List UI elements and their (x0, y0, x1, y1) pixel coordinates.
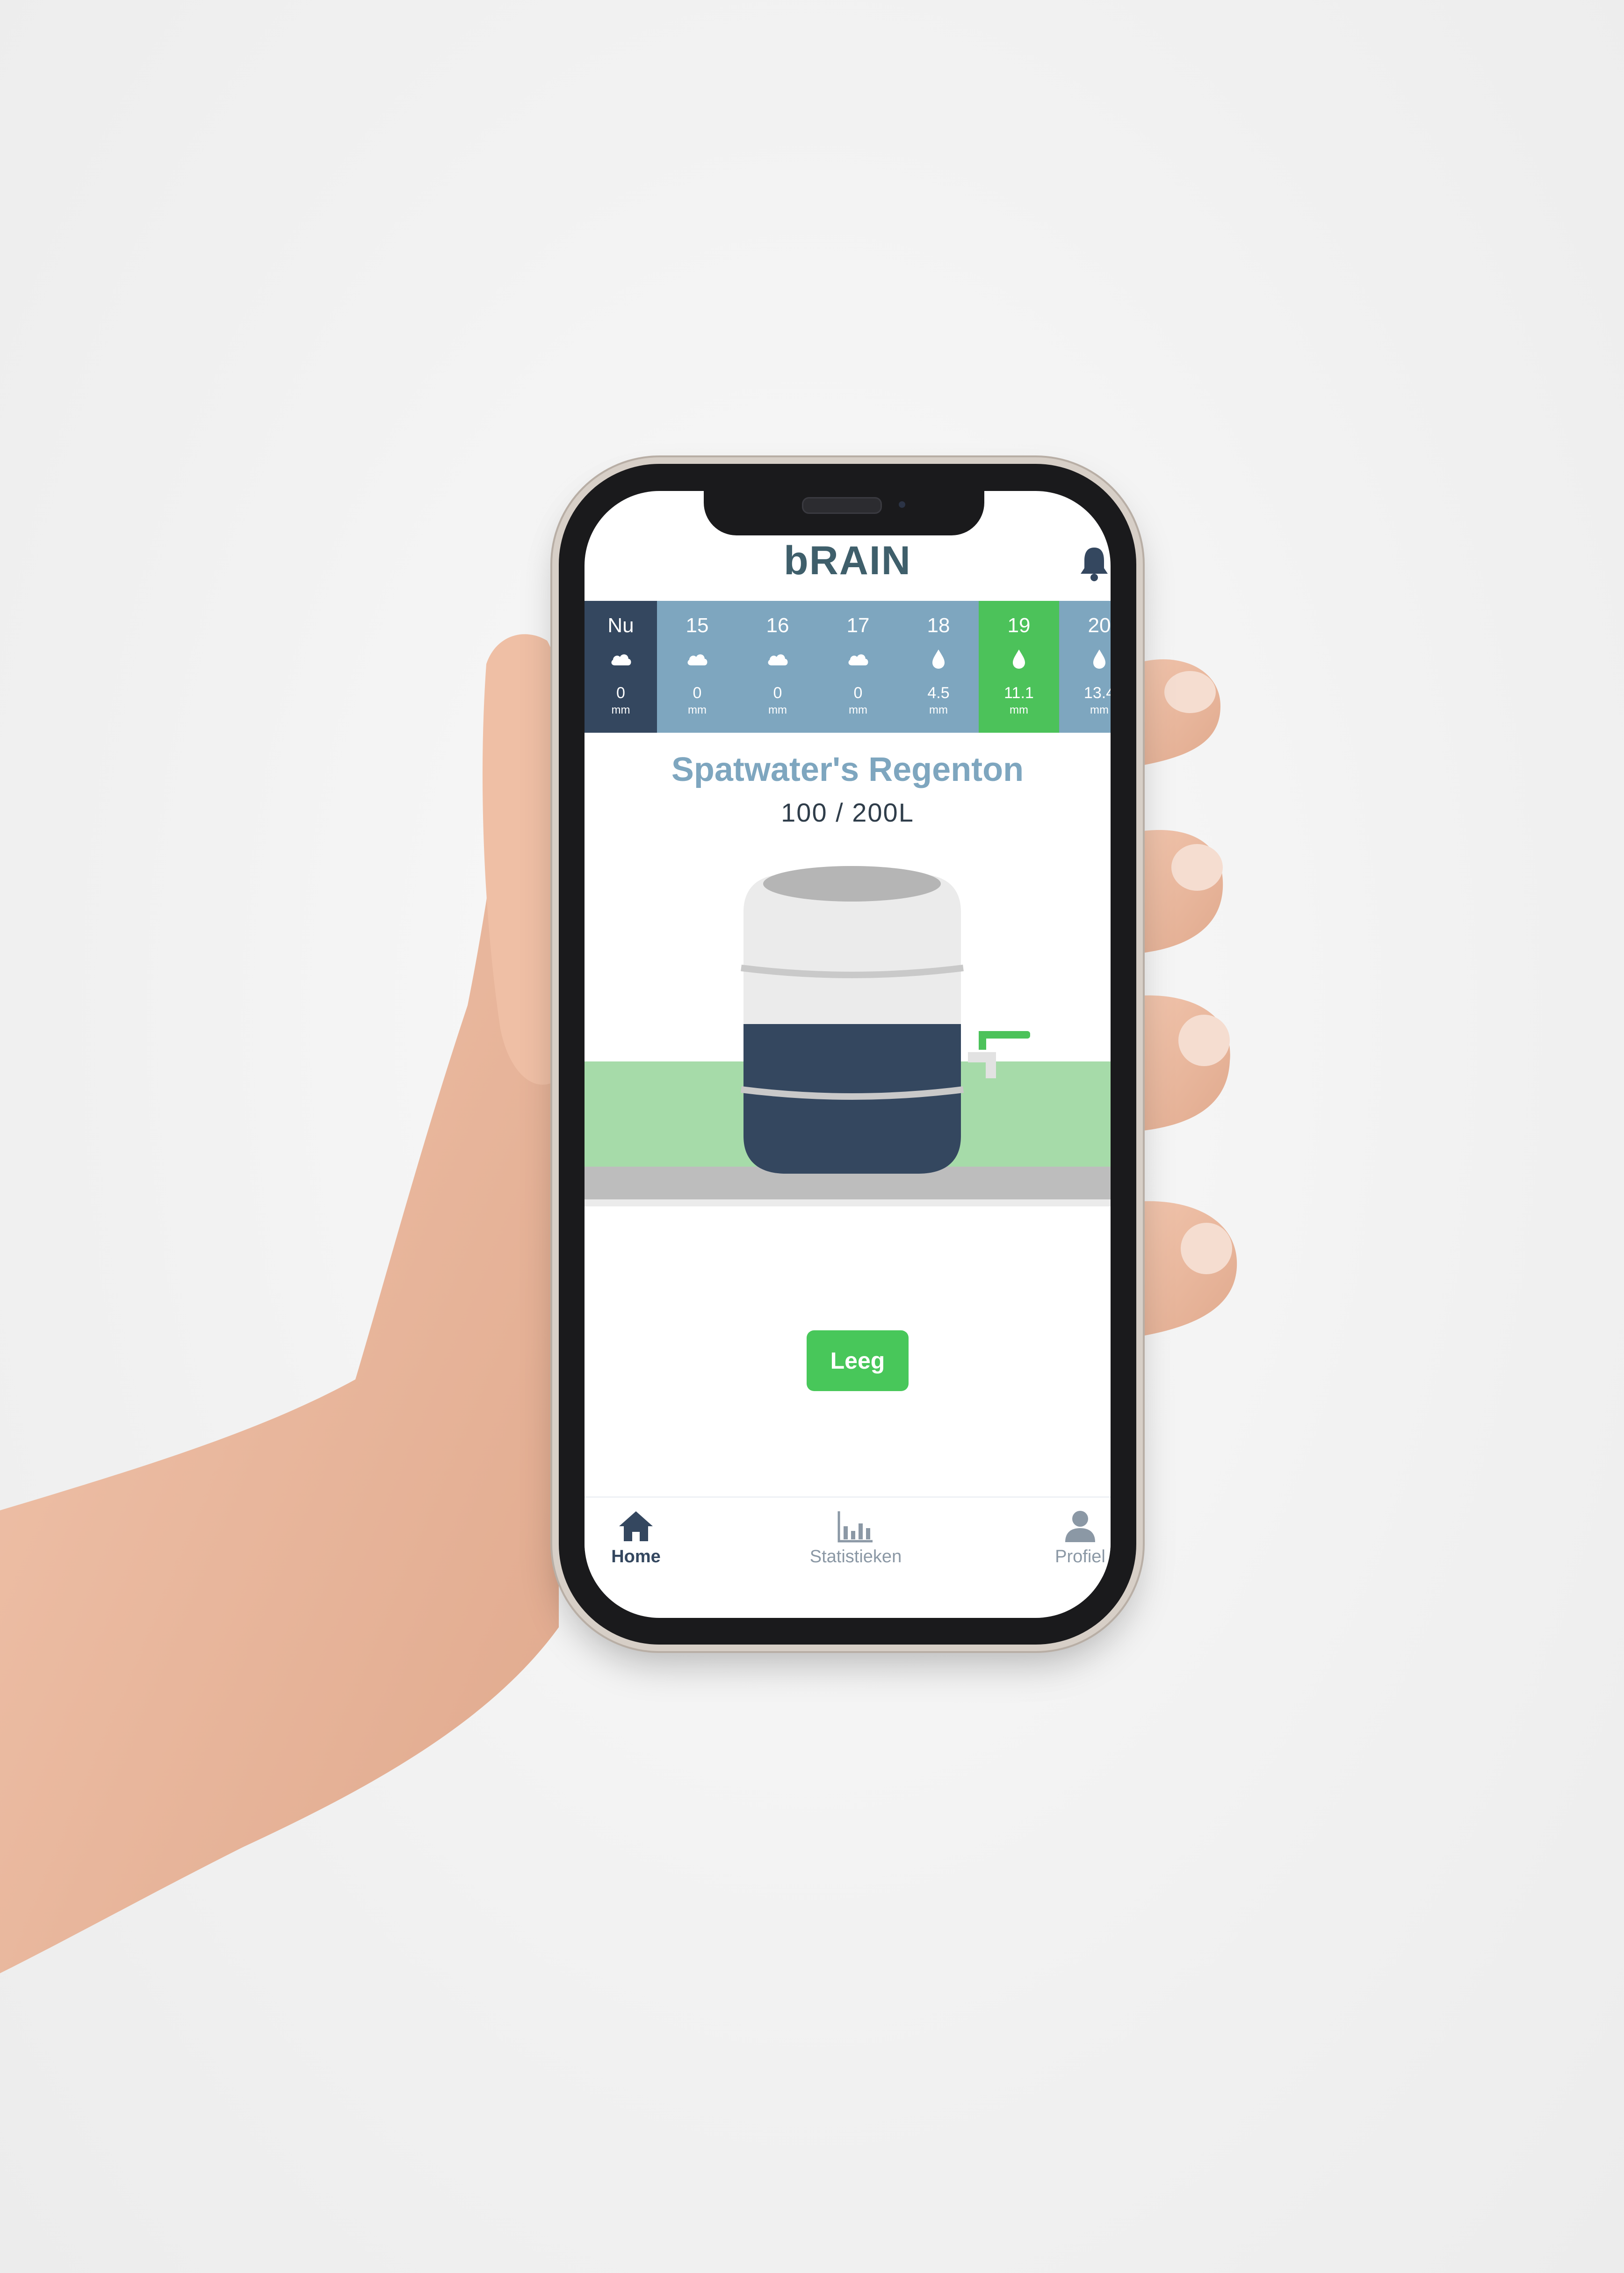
forecast-day-label: 19 (1007, 614, 1031, 637)
barrel-level-text: 100 / 200L (781, 798, 914, 827)
user-icon (1065, 1511, 1095, 1542)
forecast-unit: mm (611, 704, 630, 716)
forecast-unit: mm (688, 704, 707, 716)
app-title: bRAIN (784, 538, 911, 583)
rain-forecast-strip[interactable]: Nu 0 mm 15 0 mm 16 0 mm 17 0 mm 18 4.5 mm 19 11.1 mm 20 13.… (585, 601, 1111, 733)
cloud-icon (611, 654, 631, 665)
forecast-day-15[interactable]: 15 0 mm (657, 601, 737, 733)
forecast-day-19[interactable]: 19 11.1 mm (979, 601, 1059, 733)
empty-barrel-button[interactable]: Leeg (807, 1330, 909, 1391)
forecast-day-label: 18 (927, 614, 950, 637)
forecast-rain-amount: 0 (616, 684, 625, 702)
forecast-unit: mm (768, 704, 787, 716)
forecast-day-label: 20 (1088, 614, 1111, 637)
bottom-tab-bar: Home Statistieken Profiel (585, 1496, 1111, 1577)
forecast-unit: mm (929, 704, 948, 716)
forecast-unit: mm (1090, 704, 1109, 716)
forecast-rain-amount: 0 (853, 684, 863, 702)
tab-statistics[interactable]: Statistieken (790, 1498, 921, 1577)
cloud-icon (687, 654, 707, 665)
rain-barrel-illustration (585, 866, 1111, 1206)
tab-profile[interactable]: Profiel (1038, 1498, 1111, 1577)
forecast-rain-amount: 0 (773, 684, 782, 702)
tab-home-label: Home (611, 1547, 661, 1566)
forecast-day-16[interactable]: 16 0 mm (737, 601, 818, 733)
forecast-day-17[interactable]: 17 0 mm (818, 601, 898, 733)
tab-home[interactable]: Home (599, 1498, 673, 1577)
tab-statistics-label: Statistieken (809, 1547, 902, 1566)
cloud-icon (848, 654, 868, 665)
forecast-rain-amount: 0 (693, 684, 702, 702)
forecast-day-label: 16 (766, 614, 789, 637)
barrel-opening (763, 866, 941, 902)
raindrop-icon (1093, 649, 1105, 669)
bar-chart-icon (837, 1511, 873, 1543)
app-screen: bRAIN Nu 0 mm 15 0 mm 16 0 mm 17 0 mm 18 4.5 mm 19 11.1 m… (585, 491, 1111, 1618)
forecast-unit: mm (1010, 704, 1028, 716)
raindrop-icon (1013, 649, 1025, 669)
forecast-day-Nu[interactable]: Nu 0 mm (585, 601, 657, 733)
tab-profile-label: Profiel (1055, 1547, 1105, 1566)
forecast-day-18[interactable]: 18 4.5 mm (898, 601, 979, 733)
tap-handle (979, 1031, 1030, 1039)
home-icon (619, 1511, 653, 1541)
forecast-day-label: 17 (846, 614, 870, 637)
earpiece-speaker (802, 497, 882, 514)
forecast-day-label: Nu (607, 614, 634, 637)
raindrop-icon (932, 649, 945, 669)
front-camera (899, 501, 905, 508)
forecast-rain-amount: 11.1 (1004, 684, 1034, 702)
forecast-unit: mm (849, 704, 867, 716)
forecast-day-20[interactable]: 20 13.4 mm (1059, 601, 1111, 733)
notification-bell-icon[interactable] (1078, 545, 1111, 582)
cloud-icon (768, 654, 788, 665)
forecast-rain-amount: 4.5 (927, 684, 950, 702)
barrel-name: Spatwater's Regenton (671, 751, 1024, 788)
forecast-day-label: 15 (686, 614, 709, 637)
forecast-rain-amount: 13.4 (1083, 684, 1111, 702)
